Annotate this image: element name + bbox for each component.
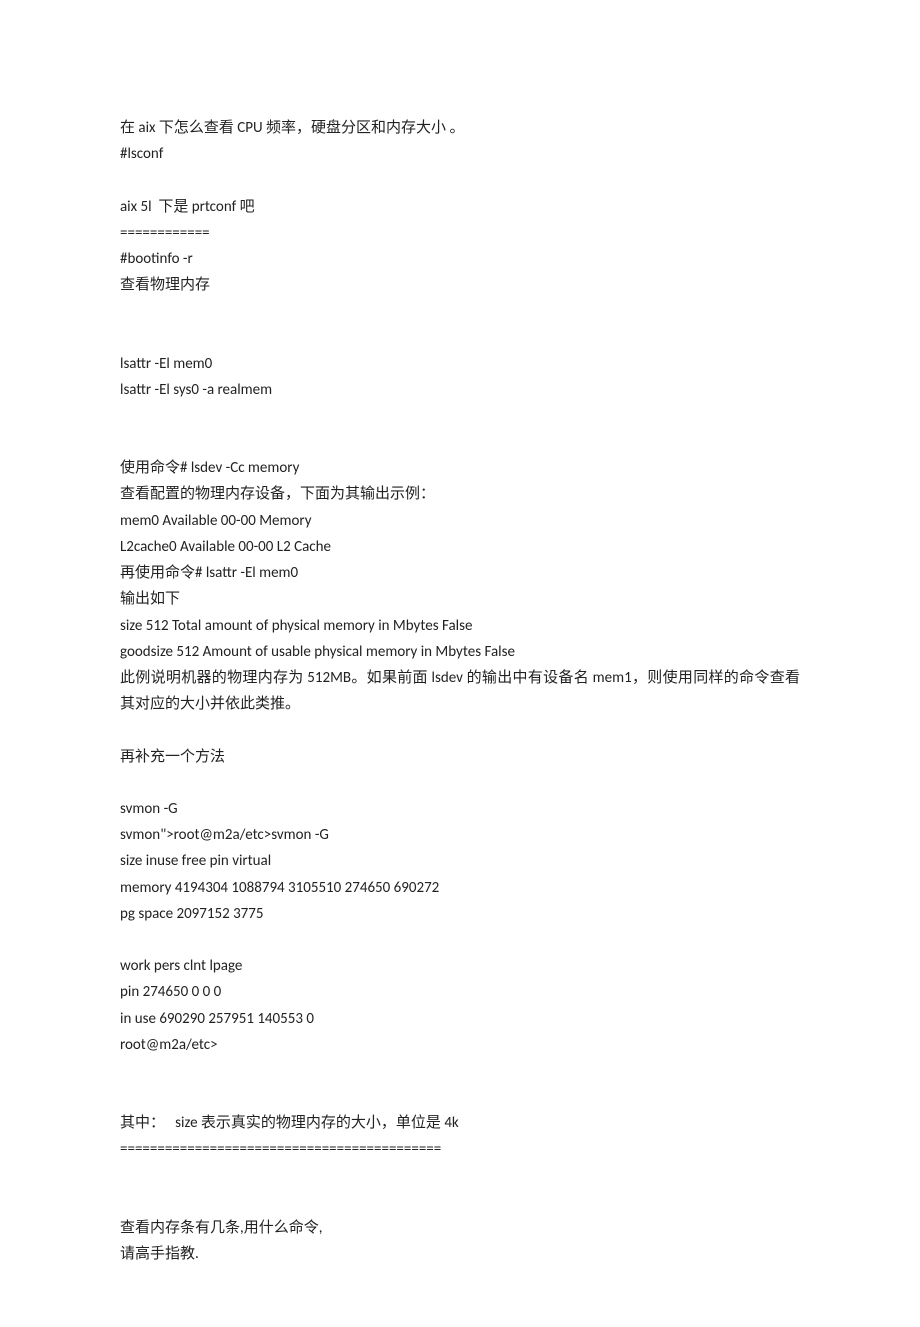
- document-page: 在 aix 下怎么查看 CPU 频率，硬盘分区和内存大小 。#lsconf aix…: [0, 0, 920, 1327]
- text-line: 查看物理内存: [120, 272, 800, 298]
- text-line: aix 5l 下是 prtconf 吧: [120, 194, 800, 220]
- blank-line: [120, 1058, 800, 1084]
- blank-line: [120, 1163, 800, 1189]
- text-line: L2cache0 Available 00-00 L2 Cache: [120, 534, 800, 560]
- text-line: 查看配置的物理内存设备，下面为其输出示例：: [120, 481, 800, 507]
- text-line: pin 274650 0 0 0: [120, 979, 800, 1005]
- text-line: 使用命令# lsdev -Cc memory: [120, 455, 800, 481]
- blank-line: [120, 403, 800, 429]
- text-line: lsattr -El sys0 -a realmem: [120, 377, 800, 403]
- text-line: #bootinfo -r: [120, 246, 800, 272]
- text-line: in use 690290 257951 140553 0: [120, 1006, 800, 1032]
- text-line: ============: [120, 220, 800, 246]
- blank-line: [120, 927, 800, 953]
- text-line: work pers clnt lpage: [120, 953, 800, 979]
- text-line: 再使用命令# lsattr -El mem0: [120, 560, 800, 586]
- text-line: 此例说明机器的物理内存为 512MB。如果前面 lsdev 的输出中有设备名 m…: [120, 665, 800, 718]
- text-line: 请高手指教.: [120, 1241, 800, 1267]
- text-line: 查看内存条有几条,用什么命令,: [120, 1215, 800, 1241]
- text-line: ========================================…: [120, 1136, 800, 1162]
- text-line: memory 4194304 1088794 3105510 274650 69…: [120, 875, 800, 901]
- text-line: mem0 Available 00-00 Memory: [120, 508, 800, 534]
- blank-line: [120, 718, 800, 744]
- blank-line: [120, 325, 800, 351]
- text-line: 在 aix 下怎么查看 CPU 频率，硬盘分区和内存大小 。: [120, 115, 800, 141]
- blank-line: [120, 168, 800, 194]
- text-line: #lsconf: [120, 141, 800, 167]
- text-line: svmon -G: [120, 796, 800, 822]
- blank-line: [120, 1084, 800, 1110]
- text-line: svmon">root@m2a/etc>svmon -G: [120, 822, 800, 848]
- blank-line: [120, 299, 800, 325]
- text-line: lsattr -El mem0: [120, 351, 800, 377]
- text-line: 其中： size 表示真实的物理内存的大小，单位是 4k: [120, 1110, 800, 1136]
- text-line: 再补充一个方法: [120, 744, 800, 770]
- text-line: pg space 2097152 3775: [120, 901, 800, 927]
- text-line: size 512 Total amount of physical memory…: [120, 613, 800, 639]
- text-line: root@m2a/etc>: [120, 1032, 800, 1058]
- text-line: goodsize 512 Amount of usable physical m…: [120, 639, 800, 665]
- text-line: size inuse free pin virtual: [120, 848, 800, 874]
- blank-line: [120, 1189, 800, 1215]
- text-line: 输出如下: [120, 586, 800, 612]
- blank-line: [120, 770, 800, 796]
- blank-line: [120, 429, 800, 455]
